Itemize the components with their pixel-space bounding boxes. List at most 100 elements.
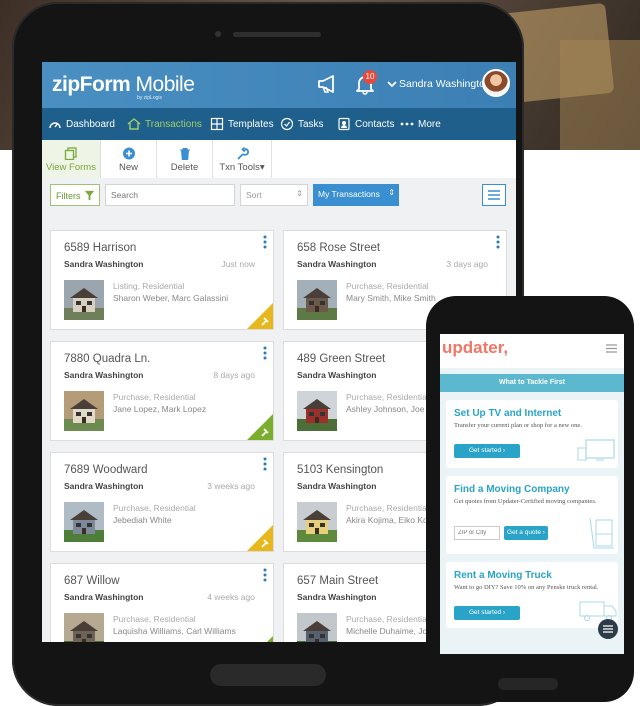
transaction-age: 3 weeks ago	[207, 481, 255, 491]
card-body: Get quotes from Updater-Certified moving…	[454, 498, 597, 505]
house-photo	[64, 280, 104, 320]
background-shape	[560, 40, 640, 150]
house-photo	[297, 613, 337, 642]
nav-transactions[interactable]: Transactions	[127, 108, 202, 140]
notification-badge: 10	[363, 70, 377, 84]
tv-icon	[577, 439, 615, 461]
filters-button[interactable]: Filters	[50, 184, 100, 206]
nav-contacts[interactable]: Contacts	[337, 108, 394, 140]
card-body: Transfer your current plan or shop for a…	[454, 422, 582, 429]
transaction-type: Purchase, Residential	[113, 392, 196, 402]
transaction-agent: Sandra Washington	[297, 259, 377, 269]
transaction-parties: Jebediah White	[113, 515, 172, 525]
house-photo	[297, 502, 337, 542]
transaction-address: 7880 Quadra Ln.	[64, 353, 151, 365]
phone-home-button[interactable]	[498, 678, 558, 690]
house-photo	[64, 391, 104, 431]
select-arrows-icon: ⇕	[388, 188, 395, 197]
nav-more[interactable]: More	[400, 108, 441, 140]
megaphone-icon[interactable]	[317, 74, 339, 94]
nav-dashboard[interactable]: Dashboard	[48, 108, 115, 140]
tablet-speaker	[233, 32, 321, 37]
gauge-icon	[49, 122, 61, 129]
tv-internet-card[interactable]: Set Up TV and Internet Transfer your cur…	[446, 400, 618, 468]
app-header: zipForm Mobile by zipLogix 10 Sandra Was…	[42, 62, 516, 108]
status-corner	[247, 303, 273, 329]
contacts-icon	[338, 117, 350, 131]
transaction-age: 8 days ago	[213, 370, 255, 380]
search-input[interactable]	[105, 184, 235, 206]
hamburger-icon[interactable]	[606, 344, 617, 353]
moving-company-card[interactable]: Find a Moving Company Get quotes from Up…	[446, 476, 618, 554]
sort-select[interactable]: Sort ⇕	[240, 184, 308, 206]
kebab-menu-icon[interactable]	[263, 346, 267, 360]
transaction-type: Purchase, Residential	[346, 392, 429, 402]
pin-icon	[247, 414, 273, 440]
avatar[interactable]	[482, 69, 510, 97]
transaction-card[interactable]: 7880 Quadra Ln. Sandra Washington 8 days a…	[50, 341, 274, 441]
nav-tasks[interactable]: Tasks	[280, 108, 324, 140]
logo-mobile-text: Mobile	[135, 73, 195, 96]
transaction-age: 3 days ago	[446, 259, 488, 269]
delete-button[interactable]: Delete	[157, 140, 213, 178]
kebab-menu-icon[interactable]	[263, 568, 267, 582]
transaction-type: Purchase, Residential	[346, 503, 429, 513]
txn-tools-button[interactable]: Txn Tools▾	[213, 140, 272, 178]
get-quote-button[interactable]: Get a quote ›	[504, 526, 548, 540]
transaction-type: Listing, Residential	[113, 281, 185, 291]
menu-fab[interactable]	[598, 619, 618, 639]
nav-templates-label: Templates	[228, 118, 274, 130]
list-icon	[488, 190, 500, 200]
zip-input[interactable]	[454, 526, 500, 540]
kebab-menu-icon[interactable]	[263, 457, 267, 471]
sort-arrows-icon: ⇕	[296, 189, 303, 198]
nav-tasks-label: Tasks	[298, 118, 324, 130]
phone-screen: updater, What to Tackle First Set Up TV …	[440, 334, 624, 654]
transaction-card[interactable]: 687 Willow Sandra Washington 4 weeks ago Pu…	[50, 563, 274, 642]
transaction-address: 5103 Kensington	[297, 464, 384, 476]
new-button[interactable]: New	[101, 140, 157, 178]
card-body: Want to go DIY? Save 10% on any Penske t…	[454, 584, 599, 591]
transaction-type: Purchase, Residential	[113, 614, 196, 624]
delete-label: Delete	[170, 162, 199, 173]
status-corner	[247, 636, 273, 642]
trash-icon	[179, 148, 190, 160]
card-title: Rent a Moving Truck	[454, 570, 552, 581]
txn-tools-label: Txn Tools	[219, 162, 260, 173]
transaction-agent: Sandra Washington	[64, 481, 144, 491]
transaction-agent: Sandra Washington	[64, 259, 144, 269]
kebab-menu-icon[interactable]	[496, 235, 500, 249]
transaction-address: 658 Rose Street	[297, 242, 381, 254]
get-started-button[interactable]: Get started ›	[454, 444, 520, 458]
filters-label: Filters	[56, 191, 81, 201]
grid-icon	[210, 117, 224, 131]
transaction-agent: Sandra Washington	[64, 592, 144, 602]
transaction-card[interactable]: 6589 Harrison Sandra Washington Just now Li…	[50, 230, 274, 330]
transaction-address: 6589 Harrison	[64, 242, 137, 254]
transaction-agent: Sandra Washington	[297, 481, 377, 491]
chevron-down-icon[interactable]	[387, 79, 397, 89]
transaction-parties: Mary Smith, Mike Smith	[346, 293, 436, 303]
my-transactions-select[interactable]: My Transactions ⇕	[313, 184, 399, 206]
wrench-icon	[237, 147, 249, 160]
sort-label: Sort	[246, 190, 262, 200]
truck-icon	[579, 601, 617, 621]
get-started-button[interactable]: Get started ›	[454, 606, 520, 620]
user-name[interactable]: Sandra Washington	[399, 78, 491, 90]
house-photo	[64, 613, 104, 642]
zipform-logo: zipForm Mobile	[52, 73, 195, 97]
list-view-button[interactable]	[482, 184, 506, 206]
transaction-card[interactable]: 7689 Woodward Sandra Washington 3 weeks ag…	[50, 452, 274, 552]
updater-header: updater,	[440, 334, 624, 368]
menu-icon	[603, 625, 613, 633]
toolbar: View Forms New Delete Txn Tools▾	[42, 140, 516, 179]
moving-truck-card[interactable]: Rent a Moving Truck Want to go DIY? Save…	[446, 562, 618, 628]
nav-templates[interactable]: Templates	[210, 108, 274, 140]
transaction-agent: Sandra Washington	[297, 592, 377, 602]
view-forms-button[interactable]: View Forms	[42, 140, 101, 178]
transaction-address: 657 Main Street	[297, 575, 379, 587]
kebab-menu-icon[interactable]	[263, 235, 267, 249]
tablet-home-button[interactable]	[210, 664, 326, 686]
house-photo	[297, 391, 337, 431]
transaction-parties: Laquisha Williams, Carl Williams	[113, 626, 236, 636]
